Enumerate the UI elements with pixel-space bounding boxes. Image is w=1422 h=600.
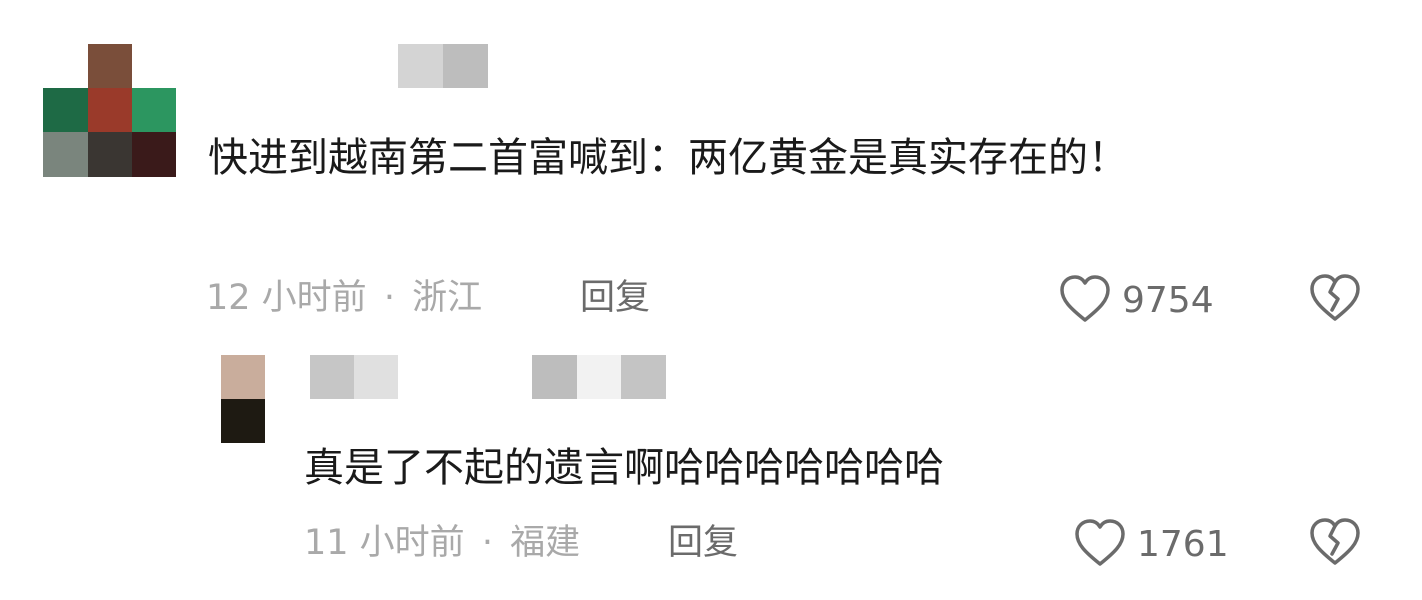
- dislike-button[interactable]: [1308, 516, 1362, 572]
- username-blurred[interactable]: [310, 355, 398, 399]
- comment-time: 12 小时前: [206, 278, 367, 318]
- reply-time: 11 小时前: [304, 523, 465, 563]
- reply-meta: 11 小时前 · 福建: [304, 523, 580, 563]
- dislike-button[interactable]: [1308, 272, 1362, 328]
- heart-outline-icon: [1058, 274, 1112, 328]
- reply-body: 真是了不起的遗言啊哈哈哈哈哈哈哈: [304, 445, 944, 491]
- broken-heart-icon: [1308, 518, 1362, 572]
- like-button[interactable]: 1761: [1073, 518, 1229, 572]
- avatar[interactable]: [221, 355, 265, 443]
- like-count: 1761: [1137, 524, 1229, 565]
- meta-separator: ·: [481, 523, 493, 563]
- comment-body: 快进到越南第二首富喊到：两亿黄金是真实存在的！: [208, 135, 1128, 181]
- reply-button[interactable]: 回复: [580, 278, 650, 318]
- reply-button[interactable]: 回复: [668, 523, 738, 563]
- heart-outline-icon: [1073, 518, 1127, 572]
- reply-location: 福建: [510, 523, 581, 563]
- like-button[interactable]: 9754: [1058, 274, 1214, 328]
- comment-thread: 快进到越南第二首富喊到：两亿黄金是真实存在的！ 12 小时前 · 浙江 回复 9…: [0, 0, 1422, 600]
- reply-to-username-blurred[interactable]: [532, 355, 666, 399]
- meta-separator: ·: [383, 278, 395, 318]
- username-blurred[interactable]: [398, 44, 488, 88]
- broken-heart-icon: [1308, 274, 1362, 328]
- comment-location: 浙江: [412, 278, 483, 318]
- comment-meta: 12 小时前 · 浙江: [206, 278, 482, 318]
- like-count: 9754: [1122, 280, 1214, 321]
- avatar[interactable]: [43, 44, 176, 177]
